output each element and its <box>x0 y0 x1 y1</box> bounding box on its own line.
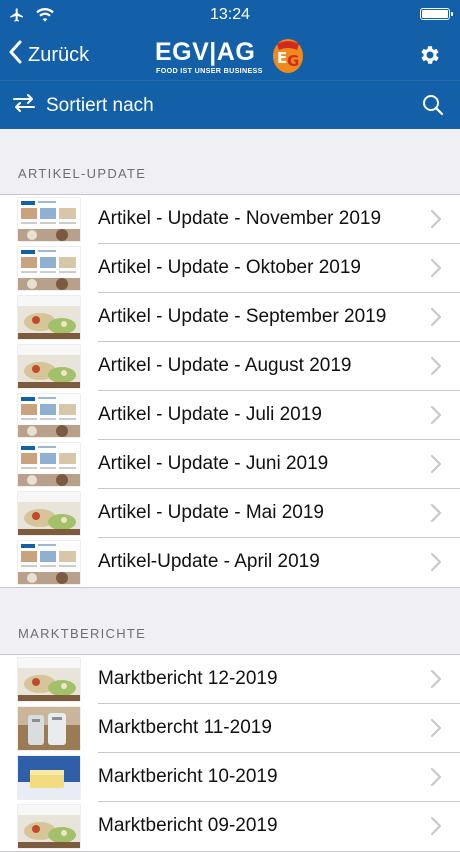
item-thumbnail <box>18 247 80 290</box>
status-time: 13:24 <box>209 6 251 23</box>
item-thumbnail <box>18 296 80 339</box>
logo-mark-icon: E G <box>273 39 303 73</box>
chevron-right-icon <box>430 669 442 694</box>
list-item[interactable]: Artikel - Update - August 2019 <box>0 342 460 391</box>
section-header: ARTIKEL-UPDATE <box>18 166 147 181</box>
chevron-right-icon <box>430 307 442 332</box>
item-label: Artikel - Update - November 2019 <box>98 208 382 229</box>
item-label: Artikel - Update - August 2019 <box>98 355 352 376</box>
list-item[interactable]: Marktbericht 10-2019 <box>0 753 460 802</box>
item-label: Marktbericht 12-2019 <box>98 668 278 689</box>
battery-icon <box>420 8 453 20</box>
list-item[interactable]: Marktbericht 09-2019 <box>0 802 460 851</box>
section-list: Marktbericht 12-2019 Marktbercht 11-2019 M… <box>0 654 460 852</box>
section-list: Artikel - Update - November 2019 Artikel … <box>0 194 460 588</box>
sort-label: Sortiert nach <box>46 95 154 116</box>
sort-arrows-icon <box>12 93 36 119</box>
item-thumbnail <box>18 345 80 388</box>
item-label: Artikel-Update - April 2019 <box>98 551 320 572</box>
list-item[interactable]: Artikel - Update - Oktober 2019 <box>0 244 460 293</box>
item-thumbnail <box>18 805 80 848</box>
item-thumbnail <box>18 658 80 701</box>
chevron-right-icon <box>430 405 442 430</box>
item-thumbnail <box>18 443 80 486</box>
logo-wordmark: EGV|AG <box>155 38 256 66</box>
navigation-bar: Zurück EGV|AG FOOD IST UNSER BUSINESS E … <box>0 30 460 80</box>
list-item[interactable]: Marktbercht 11-2019 <box>0 704 460 753</box>
settings-button[interactable] <box>418 43 442 72</box>
section-header: MARKTBERICHTE <box>18 626 147 641</box>
search-button[interactable] <box>422 94 444 121</box>
item-thumbnail <box>18 394 80 437</box>
list-item[interactable]: Artikel - Update - Juli 2019 <box>0 391 460 440</box>
chevron-right-icon <box>430 209 442 234</box>
item-label: Artikel - Update - September 2019 <box>98 306 387 327</box>
list-item[interactable]: Artikel - Update - November 2019 <box>0 195 460 244</box>
svg-text:G: G <box>287 52 299 70</box>
item-thumbnail <box>18 707 80 750</box>
status-bar: 13:24 <box>0 0 460 30</box>
item-thumbnail <box>18 756 80 799</box>
list-item[interactable]: Artikel - Update - Mai 2019 <box>0 489 460 538</box>
item-label: Artikel - Update - Juli 2019 <box>98 404 322 425</box>
chevron-right-icon <box>430 816 442 841</box>
item-label: Artikel - Update - Juni 2019 <box>98 453 329 474</box>
list-item[interactable]: Artikel - Update - Juni 2019 <box>0 440 460 489</box>
sort-button[interactable]: Sortiert nach <box>12 93 154 119</box>
chevron-right-icon <box>430 552 442 577</box>
item-thumbnail <box>18 492 80 535</box>
chevron-right-icon <box>430 356 442 381</box>
list-item[interactable]: Marktbericht 12-2019 <box>0 655 460 704</box>
chevron-right-icon <box>430 503 442 528</box>
item-label: Marktbercht 11-2019 <box>98 717 272 738</box>
gear-icon <box>418 46 442 71</box>
item-label: Artikel - Update - Oktober 2019 <box>98 257 361 278</box>
chevron-left-icon <box>8 40 22 70</box>
back-label: Zurück <box>28 43 90 66</box>
item-label: Artikel - Update - Mai 2019 <box>98 502 324 523</box>
search-icon <box>422 95 444 120</box>
item-label: Marktbericht 10-2019 <box>98 766 278 787</box>
chevron-right-icon <box>430 454 442 479</box>
logo-tagline: FOOD IST UNSER BUSINESS <box>156 66 263 75</box>
item-thumbnail <box>18 198 80 241</box>
content-list: ARTIKEL-UPDATE Artikel - Update - Novembe… <box>0 128 460 852</box>
back-button[interactable]: Zurück <box>8 40 89 70</box>
chevron-right-icon <box>430 767 442 792</box>
item-thumbnail <box>18 541 80 584</box>
sort-toolbar: Sortiert nach <box>0 80 460 129</box>
svg-text:E: E <box>277 49 287 67</box>
item-label: Marktbericht 09-2019 <box>98 815 278 836</box>
list-item[interactable]: Artikel - Update - September 2019 <box>0 293 460 342</box>
chevron-right-icon <box>430 258 442 283</box>
egv-logo: EGV|AG FOOD IST UNSER BUSINESS E G <box>155 36 307 76</box>
chevron-right-icon <box>430 718 442 743</box>
list-item[interactable]: Artikel-Update - April 2019 <box>0 538 460 587</box>
